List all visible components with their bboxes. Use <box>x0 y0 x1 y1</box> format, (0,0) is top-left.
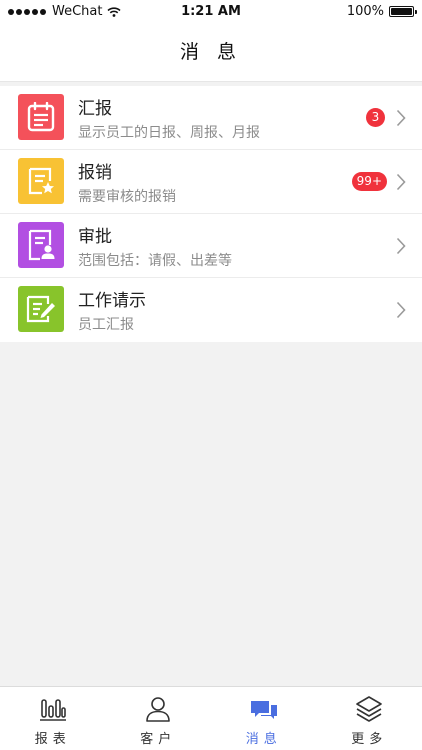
list-item-reimburse[interactable]: 报销 需要审核的报销 99+ <box>0 150 422 214</box>
battery-area: 100% <box>346 4 417 19</box>
message-list: 汇报 显示员工的日报、周报、月报 3 报销 需要审核的报销 99+ 审批 范围包… <box>0 86 422 342</box>
tab-reports[interactable]: 报表 <box>0 687 106 750</box>
list-item-work-request[interactable]: 工作请示 员工汇报 <box>0 278 422 342</box>
unread-badge: 99+ <box>351 172 387 191</box>
item-title: 工作请示 <box>78 291 146 311</box>
tab-more[interactable]: 更多 <box>317 687 422 750</box>
tab-label: 更多 <box>351 732 388 747</box>
layers-icon <box>356 696 383 722</box>
item-title: 审批 <box>78 227 112 247</box>
list-item-approval[interactable]: 审批 范围包括：请假、出差等 <box>0 214 422 278</box>
unread-badge: 3 <box>366 108 385 127</box>
tab-label: 报表 <box>34 732 71 747</box>
user-icon <box>146 697 171 722</box>
battery-cap <box>415 10 417 14</box>
chevron-right-icon <box>396 237 406 255</box>
status-bar: WeChat 1:21 AM 100% <box>0 0 422 22</box>
tab-label: 消息 <box>245 732 282 747</box>
battery-icon <box>389 6 417 17</box>
approval-icon <box>18 222 64 268</box>
chat-icon <box>250 701 277 719</box>
report-icon <box>18 94 64 140</box>
item-subtitle: 范围包括：请假、出差等 <box>78 253 232 269</box>
tab-label: 客户 <box>140 732 177 747</box>
chevron-right-icon <box>396 173 406 191</box>
tab-messages[interactable]: 消息 <box>211 687 317 750</box>
item-subtitle: 需要审核的报销 <box>78 189 176 205</box>
page-title: 消 息 <box>0 22 422 82</box>
tab-customers[interactable]: 客户 <box>106 687 212 750</box>
request-icon <box>18 286 64 332</box>
reimburse-icon <box>18 158 64 204</box>
chevron-right-icon <box>396 109 406 127</box>
battery-level <box>391 8 412 15</box>
app-root: WeChat 1:21 AM 100% 消 息 汇报 显示员工的日报、周报、月报… <box>0 0 422 750</box>
item-title: 汇报 <box>78 99 112 119</box>
tab-bar: 报表 客户 消息 更多 <box>0 686 422 750</box>
list-item-report[interactable]: 汇报 显示员工的日报、周报、月报 3 <box>0 86 422 150</box>
item-title: 报销 <box>78 163 112 183</box>
bar-chart-icon <box>39 699 66 721</box>
chevron-right-icon <box>396 301 406 319</box>
item-subtitle: 员工汇报 <box>78 317 134 333</box>
item-subtitle: 显示员工的日报、周报、月报 <box>78 125 260 141</box>
battery-percent: 100% <box>346 4 384 19</box>
